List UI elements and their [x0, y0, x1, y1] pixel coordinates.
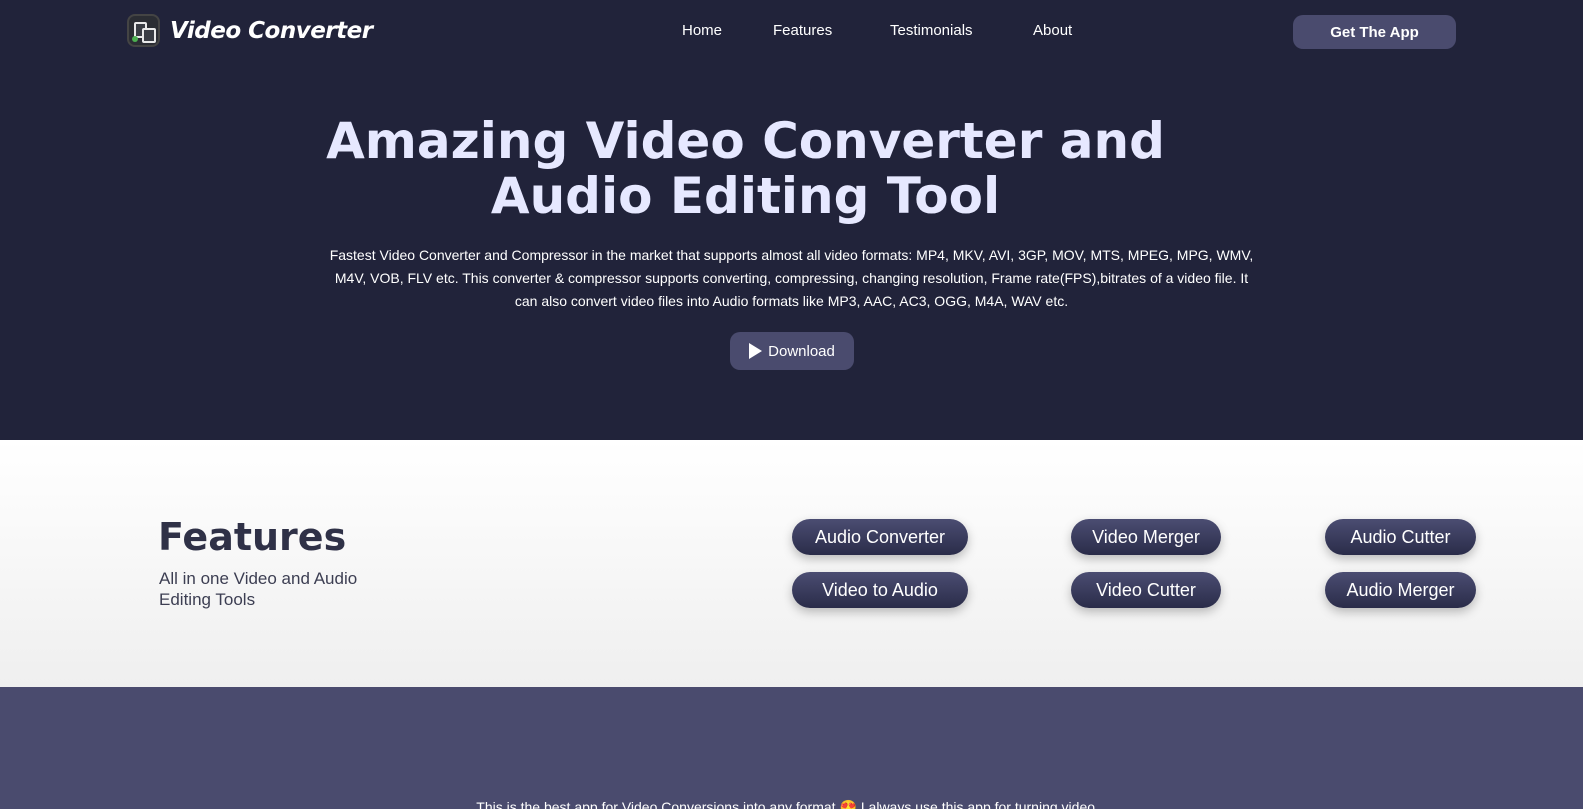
features-section: Features All in one Video and Audio Edit…: [0, 440, 1583, 687]
download-label: Download: [768, 342, 835, 360]
get-the-app-button[interactable]: Get The App: [1293, 15, 1456, 49]
feature-audio-merger[interactable]: Audio Merger: [1325, 572, 1476, 608]
hero-title-line1: Amazing Video Converter and: [326, 112, 1165, 170]
feature-audio-converter[interactable]: Audio Converter: [792, 519, 968, 555]
feature-video-to-audio[interactable]: Video to Audio: [792, 572, 968, 608]
feature-video-cutter[interactable]: Video Cutter: [1071, 572, 1221, 608]
hero-title-line2: Audio Editing Tool: [490, 167, 1001, 225]
nav-link-about[interactable]: About: [1033, 22, 1072, 39]
feature-audio-cutter[interactable]: Audio Cutter: [1325, 519, 1476, 555]
hero-title: Amazing Video Converter and Audio Editin…: [0, 114, 1583, 224]
testimonial-section: This is the best app for Video Conversio…: [0, 687, 1583, 809]
hero-description: Fastest Video Converter and Compressor i…: [329, 247, 1254, 309]
features-title: Features: [158, 515, 347, 559]
feature-video-merger[interactable]: Video Merger: [1071, 519, 1221, 555]
nav-link-features[interactable]: Features: [773, 22, 832, 39]
play-store-icon: [749, 343, 763, 359]
download-button[interactable]: Download: [730, 332, 854, 370]
nav-link-testimonials[interactable]: Testimonials: [890, 22, 973, 39]
features-subtitle: All in one Video and Audio Editing Tools: [159, 569, 358, 609]
hero-section: Video Converter Home Features Testimonia…: [0, 0, 1583, 440]
nav-link-home[interactable]: Home: [682, 22, 722, 39]
testimonial-text: This is the best app for Video Conversio…: [476, 799, 1107, 809]
